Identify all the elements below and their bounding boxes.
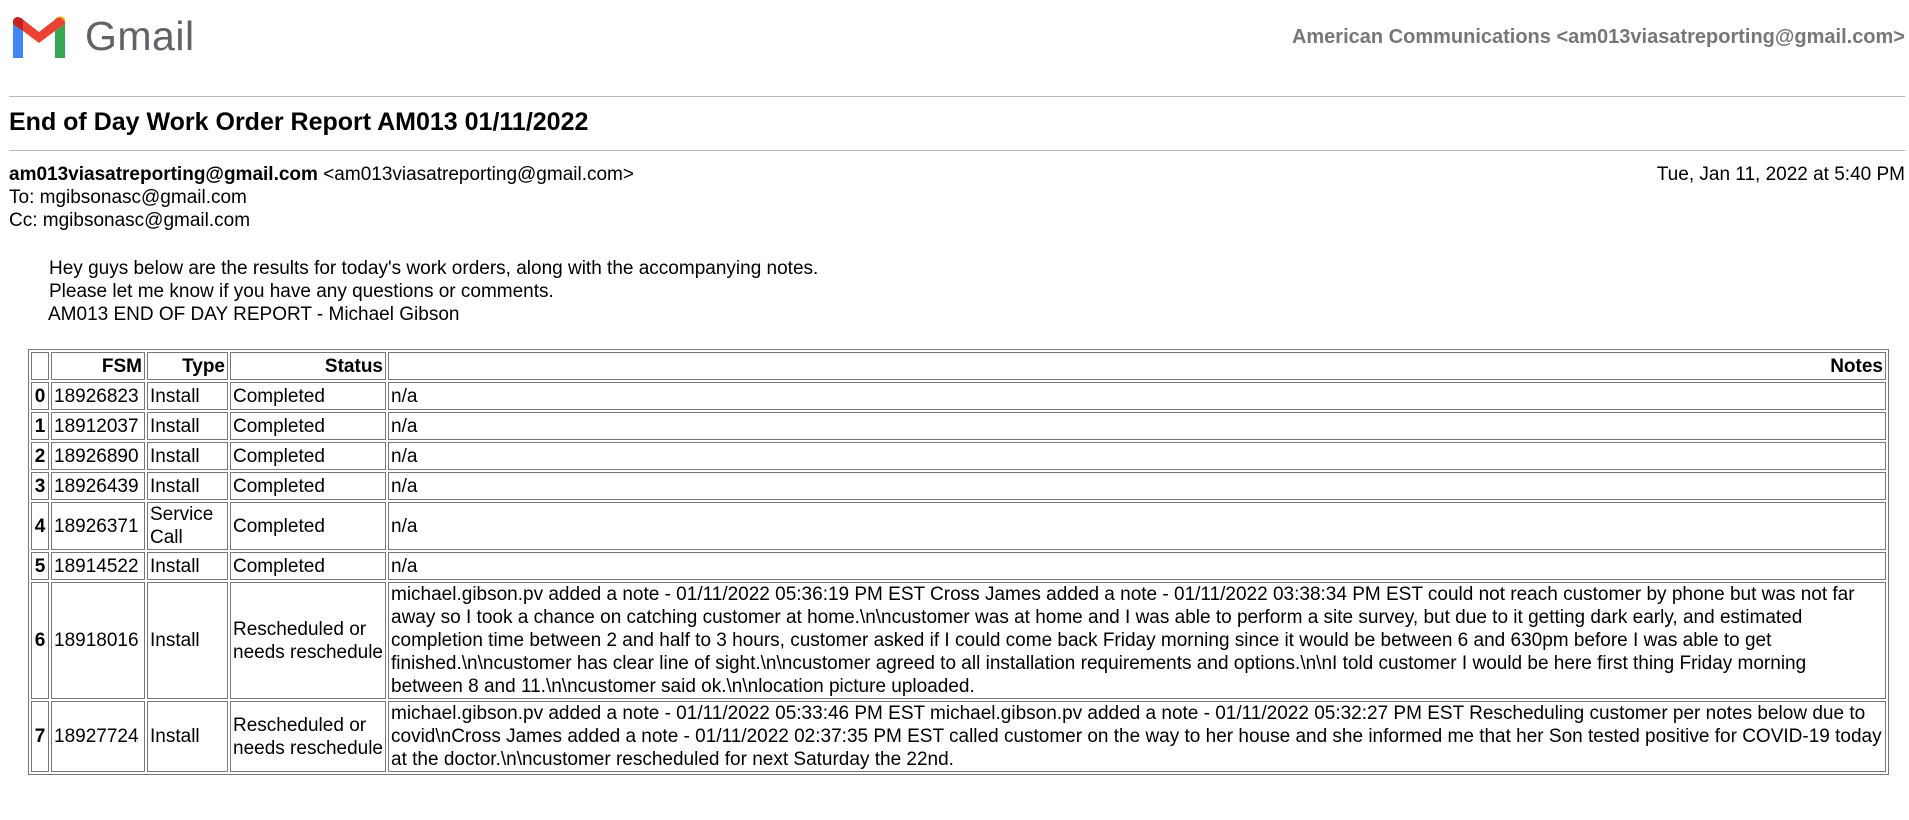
row-index: 7 [31,701,49,772]
email-subject: End of Day Work Order Report AM013 01/11… [9,108,589,136]
column-header-status: Status [230,352,386,380]
fsm-cell: 18926439 [51,472,145,500]
table-row: 3 18926439 Install Completed n/a [31,472,1886,500]
status-cell: Completed [230,552,386,580]
type-cell: Install [147,472,228,500]
body-line: Please let me know if you have any quest… [49,281,554,302]
type-cell: Install [147,552,228,580]
notes-cell: n/a [388,442,1886,470]
gmail-header: Gmail American Communications <am013vias… [9,12,1905,62]
row-index: 2 [31,442,49,470]
from-line: am013viasatreporting@gmail.com <am013via… [9,163,1905,186]
cc-line: Cc: mgibsonasc@gmail.com [9,210,251,231]
column-header-fsm: FSM [51,352,145,380]
work-order-table: FSM Type Status Notes 0 18926823 Install… [28,349,1889,775]
type-cell: Install [147,701,228,772]
gmail-logo[interactable]: Gmail [9,14,195,59]
subject-divider [9,150,1905,151]
table-row: 0 18926823 Install Completed n/a [31,382,1886,410]
row-index: 4 [31,502,49,550]
fsm-cell: 18918016 [51,582,145,699]
status-cell: Completed [230,502,386,550]
email-meta: am013viasatreporting@gmail.com <am013via… [9,163,1905,232]
column-header-index [31,352,49,380]
table-row: 5 18914522 Install Completed n/a [31,552,1886,580]
gmail-wordmark: Gmail [85,13,195,59]
table-row: 7 18927724 Install Rescheduled or needs … [31,701,1886,772]
notes-cell: n/a [388,382,1886,410]
notes-cell: n/a [388,412,1886,440]
from-address: <am013viasatreporting@gmail.com> [323,164,634,185]
gmail-m-icon [13,16,65,58]
row-index: 5 [31,552,49,580]
row-index: 6 [31,582,49,699]
status-cell: Completed [230,442,386,470]
table-row: 4 18926371 Service Call Completed n/a [31,502,1886,550]
type-cell: Service Call [147,502,228,550]
table-row: 6 18918016 Install Rescheduled or needs … [31,582,1886,699]
to-line: To: mgibsonasc@gmail.com [9,187,247,208]
type-cell: Install [147,382,228,410]
notes-cell: michael.gibson.pv added a note - 01/11/2… [388,582,1886,699]
table-row: 2 18926890 Install Completed n/a [31,442,1886,470]
type-cell: Install [147,442,228,470]
fsm-cell: 18926890 [51,442,145,470]
column-header-notes: Notes [388,352,1886,380]
notes-cell: michael.gibson.pv added a note - 01/11/2… [388,701,1886,772]
email-date: Tue, Jan 11, 2022 at 5:40 PM [1656,164,1905,185]
status-cell: Rescheduled or needs reschedule [230,701,386,772]
notes-cell: n/a [388,472,1886,500]
row-index: 3 [31,472,49,500]
header-divider [9,96,1905,97]
fsm-cell: 18914522 [51,552,145,580]
type-cell: Install [147,412,228,440]
status-cell: Completed [230,382,386,410]
row-index: 0 [31,382,49,410]
fsm-cell: 18912037 [51,412,145,440]
fsm-cell: 18926371 [51,502,145,550]
status-cell: Rescheduled or needs reschedule [230,582,386,699]
body-line: Hey guys below are the results for today… [49,258,819,279]
body-line: AM013 END OF DAY REPORT - Michael Gibson [48,304,460,325]
status-cell: Completed [230,412,386,440]
table-row: 1 18912037 Install Completed n/a [31,412,1886,440]
notes-cell: n/a [388,552,1886,580]
column-header-type: Type [147,352,228,380]
table-header-row: FSM Type Status Notes [31,352,1886,380]
account-label: American Communications <am013viasatrepo… [1291,26,1905,48]
status-cell: Completed [230,472,386,500]
from-name[interactable]: am013viasatreporting@gmail.com [9,164,318,185]
row-index: 1 [31,412,49,440]
notes-cell: n/a [388,502,1886,550]
type-cell: Install [147,582,228,699]
email-body: Hey guys below are the results for today… [48,257,819,326]
fsm-cell: 18926823 [51,382,145,410]
fsm-cell: 18927724 [51,701,145,772]
